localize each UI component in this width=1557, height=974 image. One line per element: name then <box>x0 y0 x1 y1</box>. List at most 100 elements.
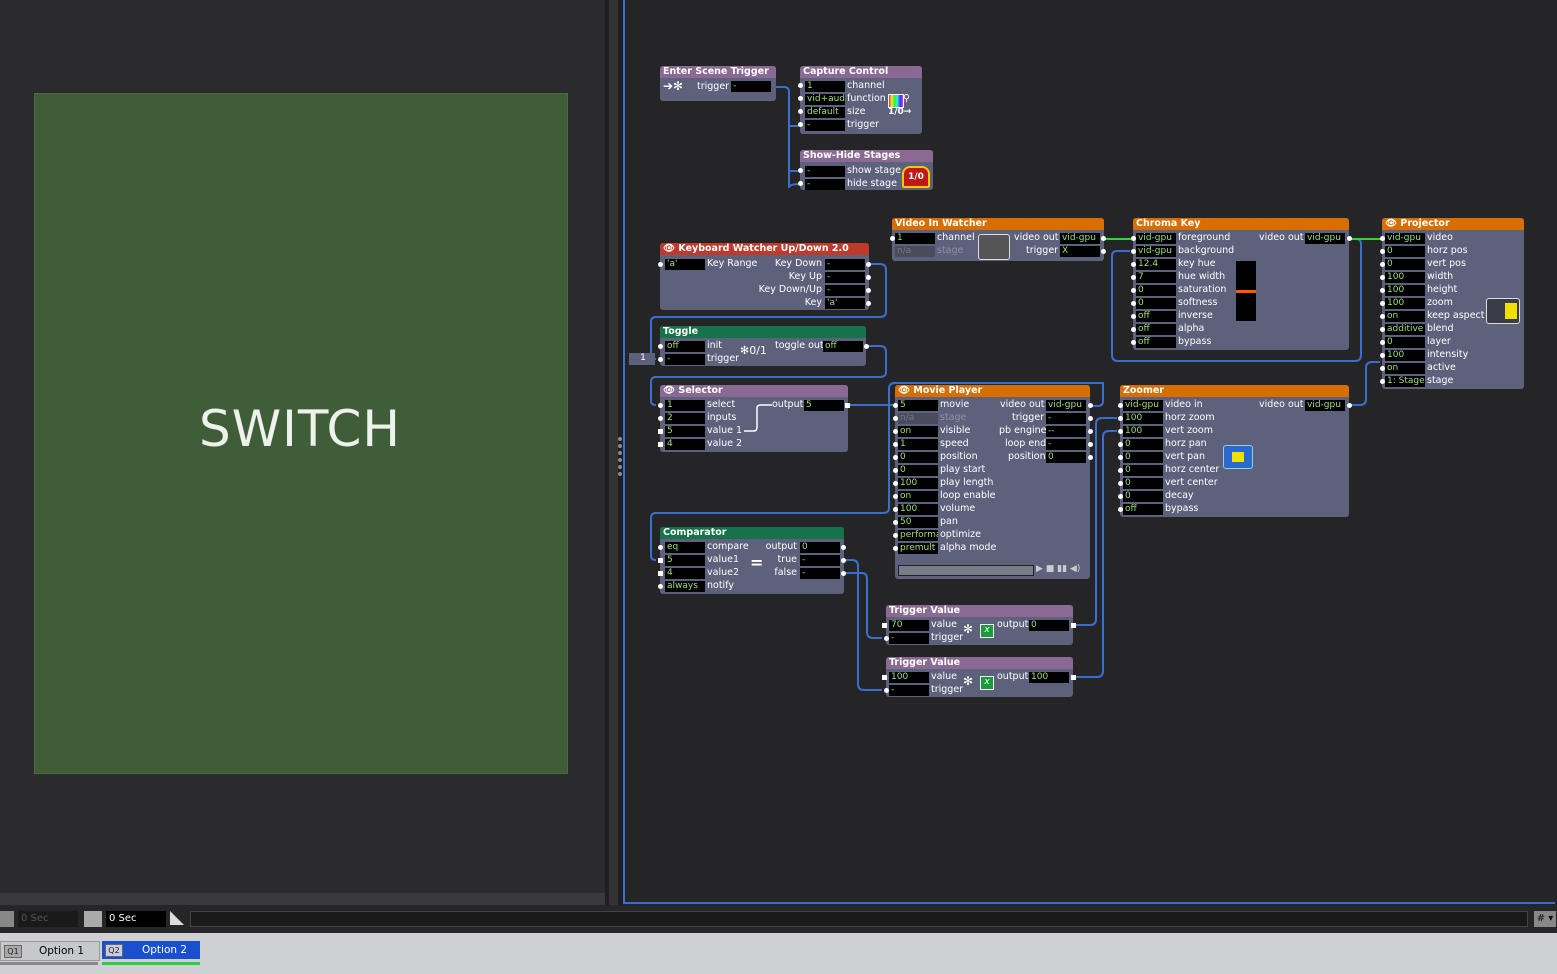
divider-grip-icon[interactable] <box>618 465 622 469</box>
input-pin-icon[interactable] <box>798 122 803 127</box>
property-value[interactable]: 4 <box>665 568 705 579</box>
output-value[interactable]: vid-gpu <box>1046 400 1086 411</box>
output-pin-icon[interactable] <box>845 403 850 408</box>
property-value[interactable]: off <box>1136 311 1176 322</box>
chroma-key-actor[interactable]: Chroma Key vid-gpu foreground vid-gpu backg… <box>1131 218 1352 350</box>
output-value[interactable]: vid-gpu <box>1305 400 1345 411</box>
property-value[interactable]: vid-gpu <box>1385 233 1425 244</box>
input-pin-icon[interactable] <box>658 357 663 362</box>
output-value[interactable]: X <box>1060 246 1100 257</box>
property-value[interactable]: 'a' <box>665 259 705 270</box>
time-field[interactable]: 0 Sec <box>106 911 166 927</box>
external-value[interactable]: 1 <box>629 353 655 365</box>
hash-menu-button[interactable]: # ▾ <box>1534 911 1556 927</box>
output-value[interactable]: 0 <box>1046 452 1086 463</box>
property-value[interactable]: 5 <box>898 400 938 411</box>
property-value[interactable]: 1 <box>665 400 705 411</box>
property-value[interactable]: 0 <box>1385 259 1425 270</box>
movie-scrub-bar[interactable] <box>898 565 1034 576</box>
output-pin-icon[interactable] <box>841 571 846 576</box>
capture-control-actor[interactable]: Capture Control 1 channel vid+aud functi… <box>798 66 922 134</box>
output-pin-icon[interactable] <box>1088 403 1093 408</box>
show-hide-stages-actor[interactable]: Show-Hide Stages - show stage - hide sta… <box>798 150 933 190</box>
property-value[interactable]: 100 <box>1385 272 1425 283</box>
output-pin-icon[interactable] <box>1347 236 1352 241</box>
property-value[interactable]: 4 <box>665 439 705 450</box>
eye-icon[interactable]: 👁 <box>663 243 678 254</box>
output-value[interactable]: - <box>731 81 771 92</box>
property-value[interactable]: 70 <box>889 620 929 631</box>
property-value[interactable]: 100 <box>898 504 938 515</box>
input-pin-icon[interactable] <box>798 181 803 186</box>
eye-icon[interactable]: 👁 <box>898 385 913 396</box>
property-value[interactable]: performance <box>898 530 938 541</box>
property-value[interactable]: 0 <box>1136 285 1176 296</box>
input-pin-icon[interactable] <box>658 403 663 408</box>
output-value[interactable]: 0 <box>1029 620 1069 631</box>
property-value[interactable]: 100 <box>1123 413 1163 424</box>
property-value[interactable]: 2 <box>665 413 705 424</box>
input-pin-icon[interactable] <box>882 675 887 680</box>
property-value[interactable]: - <box>805 179 845 190</box>
output-pin-icon[interactable] <box>1088 455 1093 460</box>
output-value[interactable]: 'a' <box>825 298 865 309</box>
property-value[interactable]: vid-gpu <box>1136 246 1176 257</box>
property-value[interactable]: 7 <box>1136 272 1176 283</box>
movie-player-actor[interactable]: 👁 Movie Player 5 movie n/a stage on visible 1 s… <box>893 385 1093 579</box>
property-value[interactable]: - <box>805 166 845 177</box>
output-value[interactable]: vid-gpu <box>1060 233 1100 244</box>
output-value[interactable]: -- <box>1046 426 1086 437</box>
property-value[interactable]: - <box>805 120 845 131</box>
property-value[interactable]: vid+aud <box>805 94 845 105</box>
output-value[interactable]: - <box>825 259 865 270</box>
property-value[interactable]: 1 <box>895 233 935 244</box>
property-value[interactable]: 0 <box>1385 337 1425 348</box>
input-pin-icon[interactable] <box>882 623 887 628</box>
property-value[interactable]: 0 <box>1136 298 1176 309</box>
output-pin-icon[interactable] <box>866 301 871 306</box>
property-value[interactable]: 5 <box>665 426 705 437</box>
output-pin-icon[interactable] <box>866 262 871 267</box>
keyboard-watcher-actor[interactable]: 👁 Keyboard Watcher Up/Down 2.0 'a' Key R… <box>658 243 871 310</box>
output-pin-icon[interactable] <box>1088 442 1093 447</box>
scene-option-2[interactable]: Q2 Option 2 <box>102 941 200 959</box>
input-pin-icon[interactable] <box>658 558 663 563</box>
property-value[interactable]: 100 <box>889 672 929 683</box>
enter-scene-trigger-actor[interactable]: Enter Scene Trigger ➔✻ trigger - <box>660 66 776 101</box>
output-value[interactable]: 0 <box>800 542 840 553</box>
output-value[interactable]: - <box>1046 413 1086 424</box>
input-pin-icon[interactable] <box>658 584 663 589</box>
property-value[interactable]: 12.4 <box>1136 259 1176 270</box>
property-value[interactable]: on <box>1385 363 1425 374</box>
property-value[interactable]: off <box>1136 337 1176 348</box>
input-pin-icon[interactable] <box>798 96 803 101</box>
property-value[interactable]: 1: Stage <box>1385 376 1425 387</box>
property-value[interactable]: 0 <box>898 465 938 476</box>
property-value[interactable]: 1 <box>898 439 938 450</box>
output-pin-icon[interactable] <box>1071 675 1076 680</box>
property-value[interactable]: n/a <box>898 413 938 424</box>
divider-grip-icon[interactable] <box>618 451 622 455</box>
property-value[interactable]: eq <box>665 542 705 553</box>
input-pin-icon[interactable] <box>798 168 803 173</box>
output-value[interactable]: - <box>825 285 865 296</box>
property-value[interactable]: 0 <box>1123 465 1163 476</box>
property-value[interactable]: additive <box>1385 324 1425 335</box>
projector-actor[interactable]: 👁 Projector vid-gpu video 0 horz pos 0 vert p… <box>1380 218 1524 389</box>
property-value[interactable]: 0 <box>1123 491 1163 502</box>
property-value[interactable]: - <box>889 633 929 644</box>
divider-grip-icon[interactable] <box>618 444 622 448</box>
eye-icon[interactable]: 👁 <box>1385 218 1400 229</box>
property-value[interactable]: 100 <box>1385 298 1425 309</box>
property-value[interactable]: premult <box>898 543 938 554</box>
property-value[interactable]: off <box>1136 324 1176 335</box>
property-value[interactable]: 50 <box>898 517 938 528</box>
property-value[interactable]: 0 <box>1123 439 1163 450</box>
output-pin-icon[interactable] <box>841 545 846 550</box>
property-value[interactable]: 100 <box>898 478 938 489</box>
property-value[interactable]: default <box>805 107 845 118</box>
input-pin-icon[interactable] <box>658 442 663 447</box>
output-pin-icon[interactable] <box>1071 623 1076 628</box>
output-pin-icon[interactable] <box>1088 416 1093 421</box>
property-value[interactable]: 100 <box>1385 350 1425 361</box>
